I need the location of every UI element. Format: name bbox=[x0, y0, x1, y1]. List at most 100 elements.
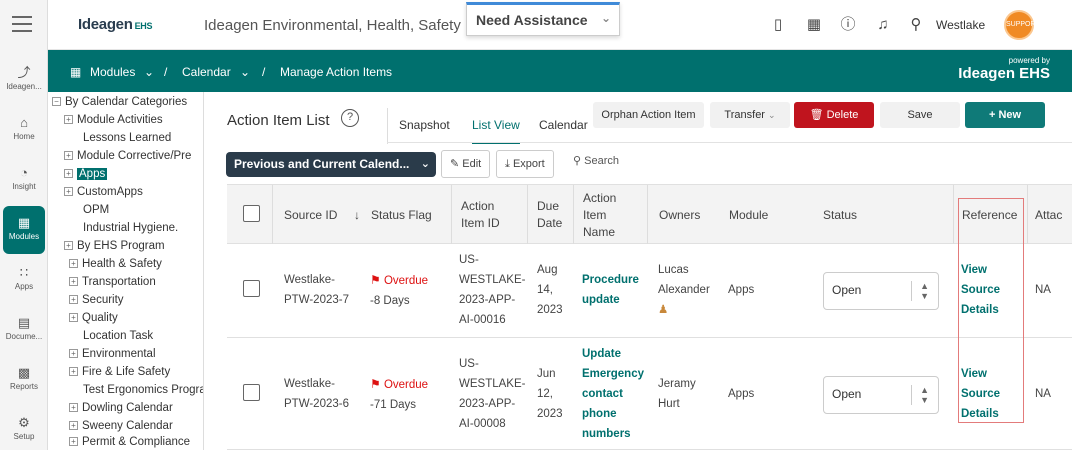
expand-icon[interactable]: + bbox=[69, 421, 78, 431]
export-button[interactable]: ⤓ Export bbox=[496, 150, 554, 178]
rail-item-reports[interactable]: ▩ Reports bbox=[0, 356, 48, 404]
ideagen-ehs-logo[interactable]: Ideagen EHS bbox=[78, 16, 152, 33]
user-location-name[interactable]: Westlake bbox=[936, 18, 985, 32]
breadcrumb-bar: ▦ Modules ⌄ / Calendar ⌄ / Manage Action… bbox=[48, 50, 1072, 92]
tree-item[interactable]: + Module Corrective/Pre bbox=[64, 147, 191, 165]
view-source-details-link[interactable]: View Source Details bbox=[961, 364, 1000, 424]
breadcrumb-calendar[interactable]: Calendar bbox=[182, 65, 231, 79]
col-attachments[interactable]: Attac bbox=[1035, 185, 1072, 245]
rail-item-ideagen[interactable]: ⤴ Ideagen... bbox=[0, 56, 48, 104]
status-select[interactable]: Open ▲ ▼ bbox=[823, 376, 939, 414]
expand-icon[interactable]: + bbox=[69, 437, 78, 447]
tree-item[interactable]: + Module Activities bbox=[64, 111, 163, 129]
help-circle-icon[interactable]: ⓘ bbox=[838, 15, 858, 35]
save-button[interactable]: Save bbox=[880, 102, 960, 128]
need-assistance-dropdown[interactable]: Need Assistance ⌄ bbox=[466, 2, 620, 36]
tree-item[interactable]: + Quality bbox=[69, 309, 118, 327]
action-item-name-link[interactable]: Procedure update bbox=[582, 270, 639, 310]
col-source-id[interactable]: Source ID bbox=[284, 185, 364, 245]
tab-underline bbox=[387, 142, 1072, 143]
new-button[interactable]: + New bbox=[965, 102, 1045, 128]
table-row[interactable]: Westlake- PTW-2023-7 ⚑ Overdue -8 Days U… bbox=[227, 244, 1072, 338]
table-row[interactable]: Westlake- PTW-2023-6 ⚑ Overdue -71 Days … bbox=[227, 338, 1072, 450]
tree-item[interactable]: Lessons Learned bbox=[83, 129, 171, 147]
expand-icon[interactable]: + bbox=[64, 169, 73, 179]
expand-icon[interactable]: + bbox=[69, 349, 78, 359]
action-item-id-cell: US- WESTLAKE- 2023-APP- AI-00008 bbox=[459, 358, 526, 430]
status-flag-cell: ⚑ Overdue -71 Days bbox=[370, 377, 429, 411]
chevron-down-icon: ⌄ bbox=[600, 11, 611, 25]
tab-snapshot[interactable]: Snapshot bbox=[399, 118, 450, 132]
col-reference[interactable]: Reference bbox=[962, 185, 1022, 245]
action-item-name-link[interactable]: Update Emergency contact phone numbers bbox=[582, 344, 644, 444]
calendar-category-tree: − By Calendar Categories + Module Activiti… bbox=[48, 92, 204, 450]
tree-item[interactable]: + Environmental bbox=[69, 345, 156, 363]
col-action-item-name[interactable]: Action Item Name bbox=[583, 185, 633, 245]
tree-item[interactable]: + Dowling Calendar bbox=[69, 399, 173, 417]
rail-item-insight[interactable]: ◔ Insight bbox=[0, 156, 48, 204]
tab-list-view[interactable]: List View bbox=[472, 118, 520, 144]
col-status-flag[interactable]: Status Flag bbox=[371, 185, 451, 245]
expand-icon[interactable]: − bbox=[52, 97, 61, 107]
tree-item[interactable]: + By EHS Program bbox=[64, 237, 165, 255]
mobile-icon[interactable]: ▯ bbox=[768, 15, 788, 35]
row-checkbox[interactable] bbox=[243, 280, 260, 297]
bell-icon[interactable]: ♫ bbox=[873, 15, 893, 35]
search-input[interactable]: ⚲ Search bbox=[573, 154, 619, 167]
tree-item[interactable]: + Permit & Compliance bbox=[69, 433, 190, 450]
status-select[interactable]: Open ▲ ▼ bbox=[823, 272, 939, 310]
rail-item-modules[interactable]: ▦ Modules bbox=[3, 206, 45, 254]
tree-item[interactable]: + Security bbox=[69, 291, 124, 309]
rail-item-documents[interactable]: ▤ Docume... bbox=[0, 306, 48, 354]
expand-icon[interactable]: + bbox=[69, 277, 78, 287]
col-module[interactable]: Module bbox=[729, 185, 789, 245]
expand-icon[interactable]: + bbox=[69, 403, 78, 413]
rail-item-apps[interactable]: ∷ Apps bbox=[0, 256, 48, 304]
col-owners[interactable]: Owners bbox=[659, 185, 719, 245]
status-flag-cell: ⚑ Overdue -8 Days bbox=[370, 273, 429, 307]
transfer-dropdown[interactable]: Transfer ⌄ bbox=[710, 102, 790, 128]
expand-icon[interactable]: + bbox=[69, 313, 78, 323]
col-action-item-id[interactable]: Action Item ID bbox=[461, 185, 511, 245]
chevron-down-icon[interactable]: ⌄ bbox=[144, 65, 154, 79]
tree-item-apps-selected[interactable]: + Apps bbox=[64, 165, 108, 183]
expand-icon[interactable]: + bbox=[64, 241, 73, 251]
tree-item[interactable]: + Transportation bbox=[69, 273, 156, 291]
calendar-filter-dropdown[interactable]: Previous and Current Calend... ⌄ bbox=[226, 152, 436, 177]
tab-calendar[interactable]: Calendar bbox=[539, 118, 588, 132]
tree-item[interactable]: Industrial Hygiene. bbox=[83, 219, 178, 237]
location-pin-icon[interactable]: ⚲ bbox=[906, 15, 926, 35]
expand-icon[interactable]: + bbox=[64, 151, 73, 161]
tree-item[interactable]: Test Ergonomics Progra bbox=[83, 381, 203, 399]
tree-item[interactable]: OPM bbox=[83, 201, 109, 219]
expand-icon[interactable]: + bbox=[64, 115, 73, 125]
expand-icon[interactable]: + bbox=[69, 367, 78, 377]
hamburger-menu-icon[interactable] bbox=[12, 16, 32, 32]
chevron-down-icon[interactable]: ⌄ bbox=[240, 65, 250, 79]
delete-button[interactable]: 🗑 Delete bbox=[794, 102, 874, 128]
select-all-checkbox[interactable] bbox=[243, 205, 260, 222]
col-due-date[interactable]: Due Date bbox=[537, 185, 572, 245]
tree-item[interactable]: + Health & Safety bbox=[69, 255, 162, 273]
view-source-details-link[interactable]: View Source Details bbox=[961, 260, 1000, 320]
sort-arrow-icon[interactable]: ↓ bbox=[354, 185, 360, 245]
trash-icon: 🗑 bbox=[809, 109, 824, 121]
calendar-icon[interactable]: ▦ bbox=[804, 15, 824, 35]
tree-item[interactable]: Location Task bbox=[83, 327, 153, 345]
tree-item[interactable]: + CustomApps bbox=[64, 183, 143, 201]
col-status[interactable]: Status bbox=[823, 185, 883, 245]
rail-item-setup[interactable]: ⚙ Setup bbox=[0, 406, 48, 450]
expand-icon[interactable]: + bbox=[69, 295, 78, 305]
tree-item[interactable]: + Fire & Life Safety bbox=[69, 363, 170, 381]
edit-button[interactable]: ✎ Edit bbox=[441, 150, 491, 178]
expand-icon[interactable]: + bbox=[64, 187, 73, 197]
rail-item-home[interactable]: ⌂ Home bbox=[0, 106, 48, 154]
support-avatar[interactable]: SUPPORT bbox=[1004, 10, 1040, 40]
help-icon[interactable]: ? bbox=[341, 109, 359, 127]
owners-cell: Lucas Alexander ♟ bbox=[658, 260, 710, 320]
breadcrumb-modules[interactable]: Modules bbox=[90, 65, 135, 79]
row-checkbox[interactable] bbox=[243, 384, 260, 401]
tree-item[interactable]: − By Calendar Categories bbox=[52, 93, 187, 111]
orphan-action-item-button[interactable]: Orphan Action Item bbox=[593, 102, 704, 128]
expand-icon[interactable]: + bbox=[69, 259, 78, 269]
